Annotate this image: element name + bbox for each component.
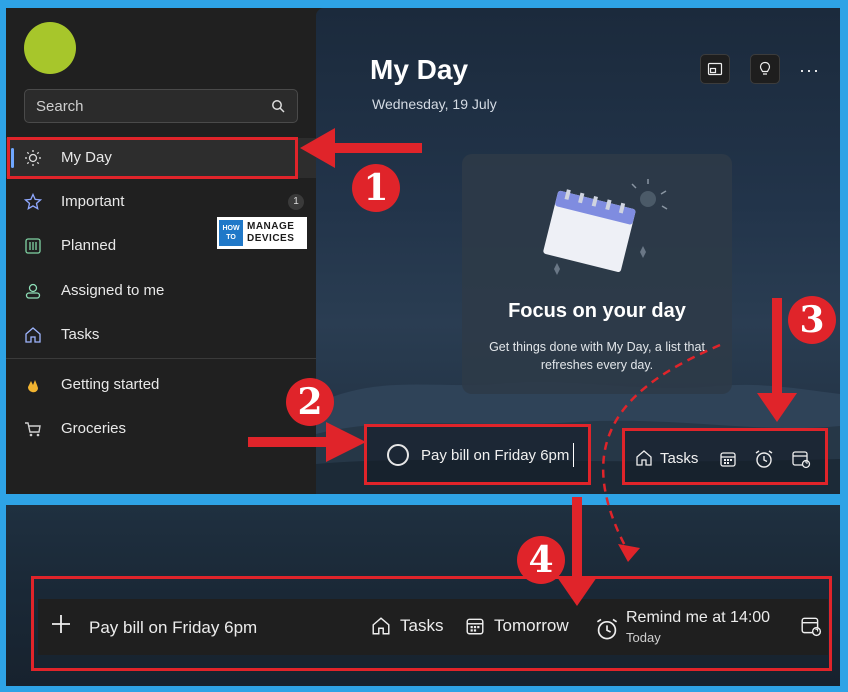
annotation-number-3: 3 <box>788 296 836 344</box>
annotation-number-4: 4 <box>517 536 565 584</box>
annotation-arrows <box>248 128 797 606</box>
annotation-number-2: 2 <box>286 378 334 426</box>
annotation-number-1: 1 <box>352 164 400 212</box>
